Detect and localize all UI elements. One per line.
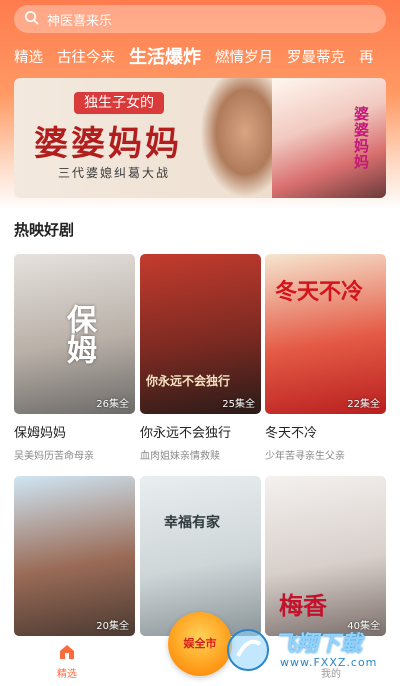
poster-title: 冬天不冷	[275, 280, 364, 305]
watermark: 飞翔下载 www.FXXZ.com	[222, 622, 392, 678]
episode-count: 22集全	[347, 399, 380, 410]
drama-title: 保姆妈妈	[14, 426, 67, 441]
drama-description: 吴美妈历苦命母亲	[14, 451, 94, 462]
nav-featured[interactable]: 精选	[32, 642, 102, 680]
tab-ancient[interactable]: 古往今来	[57, 46, 115, 67]
drama-title: 冬天不冷	[265, 426, 318, 441]
search-bar[interactable]: 神医喜来乐	[14, 5, 386, 33]
drama-card[interactable]: 20集全	[14, 476, 135, 636]
banner[interactable]: 独生子女的 婆婆妈妈 三代婆媳纠葛大战 婆婆妈妈	[14, 78, 386, 198]
drama-poster: 保姆 26集全	[14, 254, 135, 414]
search-icon	[24, 10, 39, 29]
search-placeholder: 神医喜来乐	[47, 13, 113, 29]
watermark-logo-icon	[227, 629, 269, 671]
drama-title: 你永远不会独行	[140, 426, 232, 441]
poster-title: 梅香	[279, 591, 327, 620]
tab-passion[interactable]: 燃情岁月	[215, 46, 273, 67]
episode-count: 25集全	[222, 399, 255, 410]
section-title: 热映好剧	[14, 221, 75, 239]
episode-count: 20集全	[96, 621, 129, 632]
episode-count: 26集全	[96, 399, 129, 410]
banner-poster-text: 婆婆妈妈	[352, 106, 370, 170]
drama-card[interactable]: 梅香 40集全	[265, 476, 386, 636]
drama-poster: 20集全	[14, 476, 135, 636]
watermark-url: www.FXXZ.com	[280, 656, 378, 669]
tab-featured[interactable]: 精选	[14, 46, 43, 67]
drama-description: 血肉姐妹亲情救赎	[140, 451, 220, 462]
drama-poster: 冬天不冷 22集全	[265, 254, 386, 414]
banner-tagline: 三代婆媳纠葛大战	[58, 166, 171, 180]
drama-card[interactable]: 冬天不冷 22集全 冬天不冷 少年苦寻亲生父亲	[265, 254, 386, 462]
drama-poster: 你永远不会独行 25集全	[140, 254, 261, 414]
drama-card[interactable]: 你永远不会独行 25集全 你永远不会独行 血肉姐妹亲情救赎	[140, 254, 261, 462]
banner-title: 婆婆妈妈	[34, 124, 182, 164]
watermark-text: 飞翔下载	[274, 632, 363, 657]
poster-title: 幸福有家	[164, 515, 220, 531]
app-screen: 神医喜来乐 精选 古往今来 生活爆炸 燃情岁月 罗曼蒂克 再 独生子女的 婆婆妈…	[0, 0, 400, 686]
banner-poster-image: 婆婆妈妈	[272, 78, 386, 198]
tab-life[interactable]: 生活爆炸	[129, 43, 201, 69]
banner-subtitle: 独生子女的	[74, 92, 164, 114]
home-icon	[57, 642, 77, 662]
nav-featured-label: 精选	[57, 669, 77, 680]
poster-title: 你永远不会独行	[146, 374, 231, 388]
tab-more[interactable]: 再	[359, 46, 374, 67]
tab-romance[interactable]: 罗曼蒂克	[287, 46, 345, 67]
category-tabs: 精选 古往今来 生活爆炸 燃情岁月 罗曼蒂克 再	[0, 40, 400, 72]
poster-title: 保姆	[61, 304, 96, 364]
drama-card[interactable]: 保姆 26集全 保姆妈妈 吴美妈历苦命母亲	[14, 254, 135, 462]
drama-poster: 梅香 40集全	[265, 476, 386, 636]
drama-description: 少年苦寻亲生父亲	[265, 451, 345, 462]
